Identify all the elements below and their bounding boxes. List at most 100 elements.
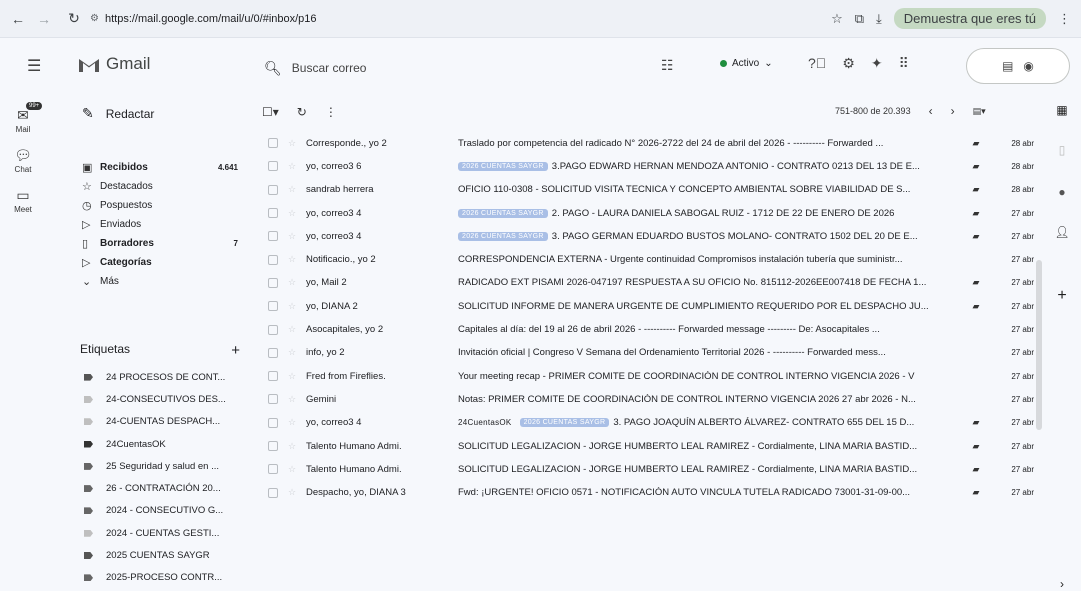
sidebar-item-1[interactable]: ☆ Destacados [74,177,244,196]
search-input[interactable] [291,61,592,75]
contacts-icon[interactable]: 👤︎ [1054,224,1070,240]
table-row[interactable]: ☆ Talento Humano Admi. SOLICITUD LEGALIZAC… [262,435,1038,458]
keep-icon[interactable]: ▯ [1054,142,1070,158]
row-checkbox[interactable] [268,161,278,172]
compose-button[interactable]: ✎ Redactar [82,105,154,122]
row-checkbox[interactable] [268,231,278,242]
sidebar-item-6[interactable]: ⌄ Más [74,272,244,291]
search-icon[interactable]: 🔍︎ [264,60,282,77]
rail-item-chat[interactable]: 💬︎ Chat [0,140,46,180]
search-options-icon[interactable]: ☷ [661,57,674,74]
row-checkbox[interactable] [268,184,278,195]
row-label-chip[interactable]: 2026 CUENTAS SAYGR [458,231,548,241]
label-item[interactable]: 2025 CUENTAS SAYGR [82,544,242,566]
gemini-sparkle-icon[interactable]: ✦ [871,55,883,72]
list-scrollbar[interactable] [1036,260,1042,430]
star-icon[interactable]: ☆ [288,208,298,219]
label-item[interactable]: 2024 - CUENTAS GESTI... [82,522,242,544]
download-icon[interactable]: ⤓ [876,11,882,27]
label-item[interactable]: 2024 - CONSECUTIVO G... [82,500,242,522]
table-row[interactable]: ☆ yo, correo3 4 24CuentasOK 2026 CUENTAS SA… [262,412,1038,435]
table-row[interactable]: ☆ yo, correo3 4 2026 CUENTAS SAYGR 3. PAGO … [262,225,1038,248]
forward-arrow-icon[interactable]: → [34,9,54,29]
star-icon[interactable]: ☆ [288,277,298,288]
star-icon[interactable]: ☆ [288,231,298,242]
table-row[interactable]: ☆ info, yo 2 Invitación oficial | Congreso… [262,342,1038,365]
row-checkbox[interactable] [268,417,278,428]
star-icon[interactable]: ☆ [288,324,298,335]
site-info-icon[interactable]: ⚙ [90,13,99,24]
star-icon[interactable]: ☆ [288,394,298,405]
label-item[interactable]: 24 PROCESOS DE CONT... [82,366,242,388]
sidebar-item-2[interactable]: ◷ Pospuestos [74,196,244,215]
previous-page-icon[interactable]: ‹ [929,104,933,118]
star-icon[interactable]: ☆ [288,441,298,452]
apps-grid-icon[interactable]: ⠿ [899,55,909,72]
star-icon[interactable]: ☆ [288,371,298,382]
account-switcher[interactable]: ▤ ◉ [966,48,1070,84]
table-row[interactable]: ☆ yo, correo3 4 2026 CUENTAS SAYGR 2. PAGO … [262,202,1038,225]
select-all-checkbox-icon[interactable]: ☐▾ [262,105,279,119]
sidebar-item-4[interactable]: ▯ Borradores 7 [74,234,244,253]
row-label-chip[interactable]: 2026 CUENTAS SAYGR [458,208,548,218]
star-icon[interactable]: ☆ [288,464,298,475]
density-menu-icon[interactable]: ▤▾ [973,106,986,117]
sidebar-item-5[interactable]: ▷ Categorías [74,253,244,272]
main-menu-icon[interactable]: ☰ [27,56,41,76]
label-item[interactable]: 2025-PROCESO CONTR... [82,567,242,589]
label-item[interactable]: 24-CUENTAS DESPACH... [82,411,242,433]
label-item[interactable]: 24-CONSECUTIVOS DES... [82,388,242,410]
status-selector[interactable]: Activo ⌄ [720,58,773,69]
gmail-logo[interactable]: Gmail [78,54,150,74]
table-row[interactable]: ☆ Asocapitales, yo 2 Capitales al día: del… [262,318,1038,341]
table-row[interactable]: ☆ Notificacio., yo 2 CORRESPONDENCIA EXTER… [262,248,1038,271]
rail-item-meet[interactable]: ▭ Meet [0,180,46,220]
row-checkbox[interactable] [268,441,278,451]
table-row[interactable]: ☆ yo, DIANA 2 SOLICITUD INFORME DE MANERA … [262,295,1038,318]
table-row[interactable]: ☆ Despacho, yo, DIANA 3 Fwd: ¡URGENTE! OFI… [262,481,1038,504]
table-row[interactable]: ☆ Corresponde., yo 2 Traslado por competen… [262,132,1038,155]
star-icon[interactable]: ☆ [288,301,298,312]
bookmark-star-icon[interactable]: ☆ [831,11,843,27]
browser-menu-icon[interactable]: ⋮ [1058,11,1071,27]
tasks-icon[interactable]: ● [1054,184,1070,200]
rail-item-mail[interactable]: ✉ 99+ Mail [0,100,46,140]
calendar-icon[interactable]: ▦ [1054,102,1070,118]
row-checkbox[interactable] [268,301,278,312]
refresh-icon[interactable]: ↻ [297,105,307,119]
table-row[interactable]: ☆ yo, Mail 2 RADICADO EXT PISAMI 2026-0471… [262,272,1038,295]
sidebar-item-3[interactable]: ▷ Enviados [74,215,244,234]
row-checkbox[interactable] [268,347,278,358]
row-checkbox[interactable] [268,371,278,382]
help-icon[interactable]: ?⃝ [808,55,826,72]
label-item[interactable]: 25 Seguridad y salud en ... [82,455,242,477]
row-label-chip[interactable]: 2026 CUENTAS SAYGR [458,161,548,171]
extensions-icon[interactable]: ⧉ [855,11,864,27]
star-icon[interactable]: ☆ [288,254,298,265]
more-actions-icon[interactable]: ⋮ [325,105,337,119]
row-label-chip[interactable]: 24CuentasOK [458,418,516,427]
star-icon[interactable]: ☆ [288,417,298,428]
star-icon[interactable]: ☆ [288,347,298,358]
table-row[interactable]: ☆ Talento Humano Admi. SOLICITUD LEGALIZAC… [262,458,1038,481]
row-checkbox[interactable] [268,254,278,265]
star-icon[interactable]: ☆ [288,161,298,172]
address-bar[interactable]: ⚙ https://mail.google.com/mail/u/0/#inbo… [90,13,317,25]
row-checkbox[interactable] [268,487,278,498]
star-icon[interactable]: ☆ [288,184,298,195]
back-arrow-icon[interactable]: ← [8,9,28,29]
sidebar-item-0[interactable]: ▣ Recibidos 4.641 [74,158,244,177]
row-checkbox[interactable] [268,394,278,405]
expand-panel-icon[interactable]: › [1054,576,1070,591]
star-icon[interactable]: ☆ [288,138,298,149]
label-item[interactable]: 26 - CONTRATACIÓN 20... [82,477,242,499]
row-checkbox[interactable] [268,138,278,149]
search-bar[interactable]: 🔍︎ [258,50,653,86]
add-addon-icon[interactable]: + [1054,287,1070,304]
table-row[interactable]: ☆ sandrab herrera OFICIO 110-0308 - SOLICI… [262,179,1038,202]
next-page-icon[interactable]: › [951,104,955,118]
table-row[interactable]: ☆ yo, correo3 6 2026 CUENTAS SAYGR 3.PAGO E… [262,155,1038,178]
star-icon[interactable]: ☆ [288,487,298,498]
label-item[interactable]: 24CuentasOK [82,433,242,455]
row-checkbox[interactable] [268,324,278,335]
